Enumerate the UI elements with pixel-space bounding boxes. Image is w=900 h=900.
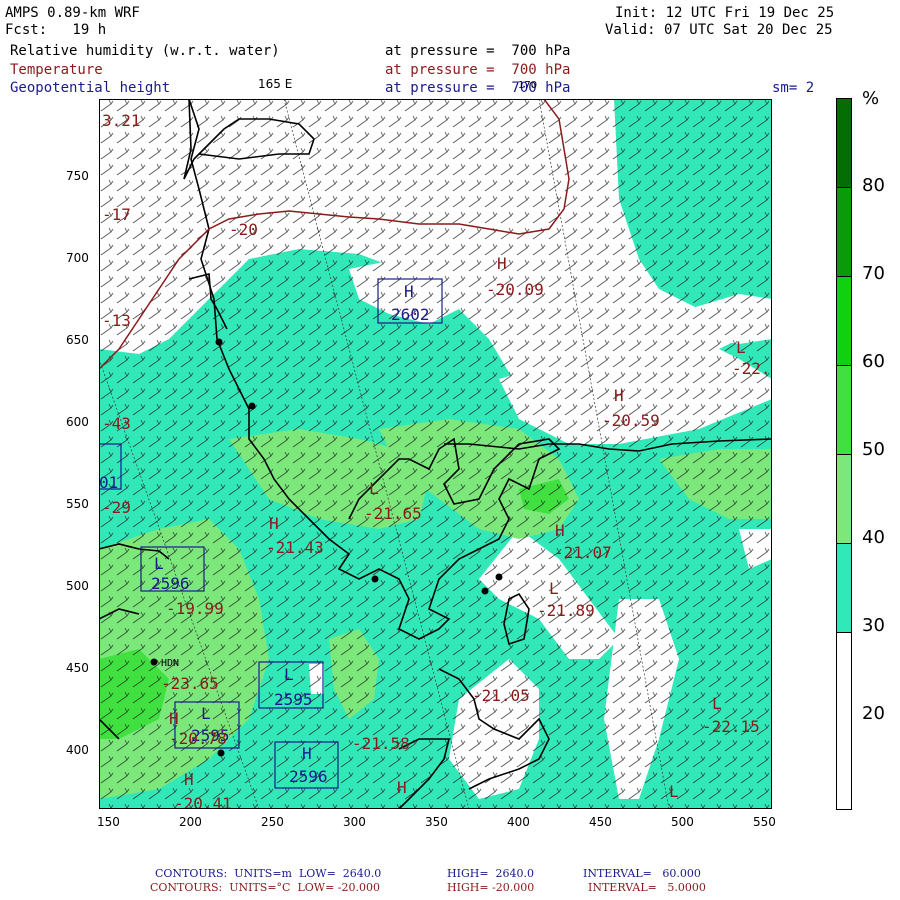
temp-low-value-2: -21.89 [537,601,595,620]
x-tick-500: 500 [671,815,694,829]
temp-edge-29: -29 [102,498,131,517]
colorbar-label-40: 40 [862,527,885,548]
colorbar-label-70: 70 [862,263,885,284]
temp-value-2158: -21.58 [352,734,410,753]
height-high-label-2: H [302,744,312,763]
y-tick-600: 600 [66,415,89,429]
footer-temp-contours: CONTOURS: UNITS=°C LOW= -20.000 [150,881,380,894]
temp-high-value-2: -20.59 [602,411,660,430]
temp-high-label-sw: H [184,770,194,789]
height-low-value-3: 2595 [274,690,313,709]
y-tick-650: 650 [66,333,89,347]
temp-low-value-east: -22. [732,359,771,378]
y-tick-750: 750 [66,169,89,183]
height-high-label: H [404,282,414,301]
footer-height-contours: CONTOURS: UNITS=m LOW= 2640.0 [155,867,382,880]
field-name-rh: Relative humidity (w.r.t. water) [10,43,280,59]
height-high-value-2: 2596 [289,767,328,786]
colorbar-segment-30-40 [837,544,851,633]
y-tick-450: 450 [66,661,89,675]
x-tick-150: 150 [97,815,120,829]
temp-high-label-3: H [555,521,565,540]
temp-low-label-center: L [369,479,379,498]
valid-time: Valid: 07 UTC Sat 20 Dec 25 [605,22,833,38]
y-tick-550: 550 [66,497,89,511]
field-level-rh: at pressure = 700 hPa [385,43,571,59]
temp-low-label-se: L [712,694,722,713]
temp-value-1999: -19.99 [166,599,224,618]
colorbar-segment-50-60 [837,366,851,455]
temp-high-label-s: H [397,778,407,797]
height-low-label-2: L [201,704,211,723]
temp-high-value-sw: -20.41 [174,794,232,809]
temp-high-value: -20.09 [486,280,544,299]
x-tick-200: 200 [179,815,202,829]
x-tick-400: 400 [507,815,530,829]
y-tick-700: 700 [66,251,89,265]
colorbar-segment-60-70 [837,277,851,366]
temp-edge-13: -13 [102,311,131,330]
model-title: AMPS 0.89-km WRF [5,5,140,21]
temp-low-label-s: L [669,782,679,801]
temp-high-label-edge: H [169,709,179,728]
field-level-geopotential: at pressure = 700 hPa [385,80,571,96]
footer-height-interval: INTERVAL= 60.000 [583,867,701,880]
field-level-temperature: at pressure = 700 hPa [385,62,571,78]
colorbar-label-30: 30 [862,615,885,636]
footer-temp-high: HIGH= -20.000 [447,881,535,894]
y-tick-400: 400 [66,743,89,757]
temp-value-2365: -23.65 [161,674,219,693]
y-tick-500: 500 [66,579,89,593]
colorbar-label-50: 50 [862,439,885,460]
height-high-value: 2602 [391,305,430,324]
temp-edge-321: 3.21 [102,111,141,130]
temp-edge-43: -43 [102,414,131,433]
colorbar-label-80: 80 [862,175,885,196]
smoothing-label: sm= 2 [772,80,815,96]
init-time: Init: 12 UTC Fri 19 Dec 25 [615,5,835,21]
temp-label-minus20: -20 [229,220,258,239]
field-name-geopotential: Geopotential height [10,80,171,96]
footer-temp-interval: INTERVAL= 5.0000 [588,881,706,894]
field-name-temperature: Temperature [10,62,103,78]
height-edge-value: 01 [99,473,118,492]
map-panel: -20 H -20.09 H 2602 L -22. H -20.59 L -2… [99,99,772,809]
colorbar [836,98,852,810]
temp-value-south: -21.05 [472,686,530,705]
x-tick-450: 450 [589,815,612,829]
temp-high-value-3: -21.07 [554,543,612,562]
colorbar-unit: % [862,88,880,109]
height-low-label-3: L [284,665,294,684]
temp-high-label: H [497,254,507,273]
x-tick-300: 300 [343,815,366,829]
x-tick-350: 350 [425,815,448,829]
colorbar-label-20: 20 [862,703,885,724]
colorbar-segment-40-50 [837,455,851,544]
height-low-label-1: L [154,554,164,573]
x-tick-250: 250 [261,815,284,829]
temp-high-value-west: -21.43 [266,538,324,557]
colorbar-segment-below-30 [837,633,851,809]
temp-low-label-east: L [736,338,746,357]
temp-high-label-2: H [614,386,624,405]
longitude-label-170: 170 [518,80,538,91]
forecast-hour: Fcst: 19 h [5,22,107,38]
colorbar-segment-80plus [837,99,851,188]
temp-high-label-west: H [269,514,279,533]
temp-low-value-se: -22.15 [702,717,760,736]
temp-low-label-2: L [549,579,559,598]
footer-height-high: HIGH= 2640.0 [447,867,535,880]
height-low-value-1: 2596 [151,574,190,593]
station-label-hdn: HDN [161,658,179,669]
colorbar-segment-70-80 [837,188,851,277]
temp-edge-17: -17 [102,205,131,224]
temp-low-value-center: -21.65 [364,504,422,523]
temp-value-2078: -20.78 [169,729,227,748]
colorbar-label-60: 60 [862,351,885,372]
longitude-label-165e: 165 E [258,77,293,91]
x-tick-550: 550 [753,815,776,829]
